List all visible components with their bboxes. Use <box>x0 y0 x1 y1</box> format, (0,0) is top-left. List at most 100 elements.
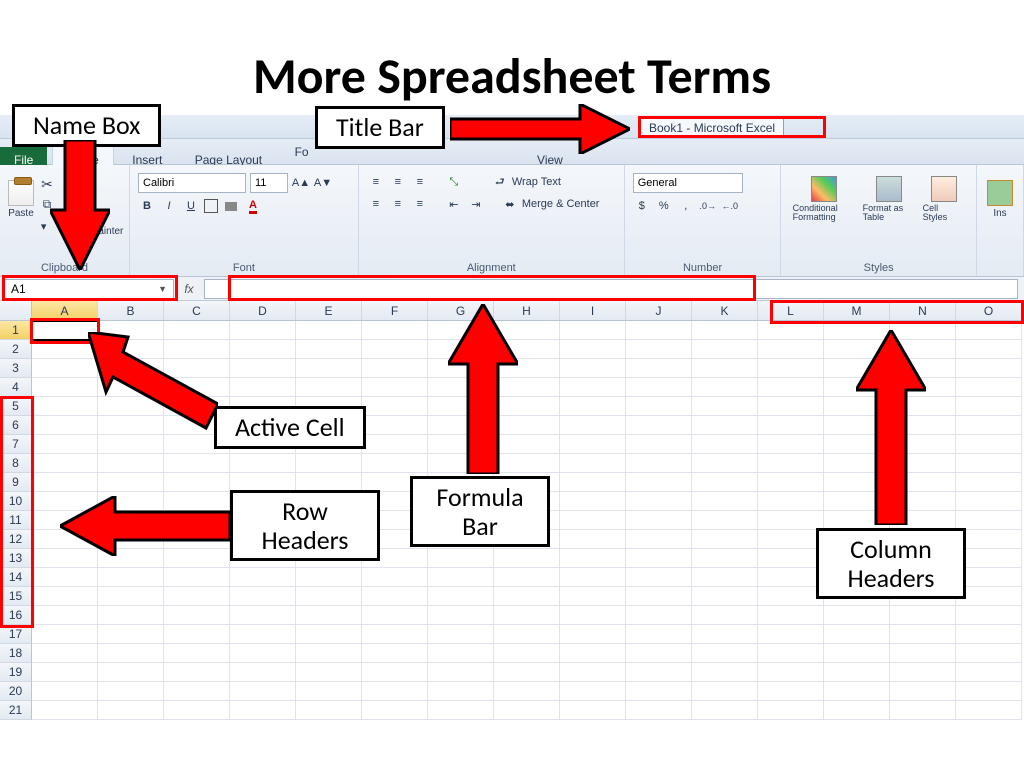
cell[interactable] <box>956 340 1022 359</box>
cell[interactable] <box>32 606 98 625</box>
cell[interactable] <box>428 701 494 720</box>
cell[interactable] <box>758 454 824 473</box>
cell[interactable] <box>230 606 296 625</box>
cell[interactable] <box>296 340 362 359</box>
cell[interactable] <box>824 644 890 663</box>
cell[interactable] <box>626 682 692 701</box>
cell[interactable] <box>560 378 626 397</box>
cell[interactable] <box>494 549 560 568</box>
indent-decrease-icon[interactable]: ⇤ <box>445 195 463 213</box>
col-header-I[interactable]: I <box>560 301 626 320</box>
font-name-select[interactable] <box>138 173 246 193</box>
cell[interactable] <box>626 473 692 492</box>
cell[interactable] <box>296 587 362 606</box>
cell[interactable] <box>494 587 560 606</box>
cell[interactable] <box>560 644 626 663</box>
cell[interactable] <box>296 701 362 720</box>
cell[interactable] <box>758 473 824 492</box>
cell[interactable] <box>626 549 692 568</box>
cell[interactable] <box>164 663 230 682</box>
cell[interactable] <box>758 416 824 435</box>
cell[interactable] <box>626 663 692 682</box>
cell[interactable] <box>560 511 626 530</box>
cell[interactable] <box>164 473 230 492</box>
cell[interactable] <box>692 454 758 473</box>
cell[interactable] <box>98 568 164 587</box>
cell[interactable] <box>626 435 692 454</box>
cell[interactable] <box>956 454 1022 473</box>
shrink-font-icon[interactable]: A▼ <box>314 174 332 192</box>
cell[interactable] <box>164 568 230 587</box>
cell[interactable] <box>626 625 692 644</box>
grow-font-icon[interactable]: A▲ <box>292 174 310 192</box>
cell[interactable] <box>956 473 1022 492</box>
cell[interactable] <box>692 530 758 549</box>
cell[interactable] <box>230 625 296 644</box>
cell[interactable] <box>296 682 362 701</box>
cell[interactable] <box>32 587 98 606</box>
cell[interactable] <box>362 416 428 435</box>
cell[interactable] <box>560 663 626 682</box>
cell[interactable] <box>758 378 824 397</box>
tab-formulas[interactable]: Formulas <box>281 139 309 164</box>
cell[interactable] <box>626 606 692 625</box>
cell[interactable] <box>560 473 626 492</box>
italic-button[interactable]: I <box>160 197 178 215</box>
cell[interactable] <box>758 644 824 663</box>
cell[interactable] <box>758 340 824 359</box>
cell[interactable] <box>230 701 296 720</box>
cell[interactable] <box>560 625 626 644</box>
cell[interactable] <box>956 416 1022 435</box>
cell[interactable] <box>230 587 296 606</box>
row-header[interactable]: 2 <box>0 340 32 359</box>
cell[interactable] <box>890 606 956 625</box>
cell[interactable] <box>428 606 494 625</box>
cell[interactable] <box>956 701 1022 720</box>
cell[interactable] <box>692 644 758 663</box>
number-format-select[interactable] <box>633 173 743 193</box>
cell[interactable] <box>494 568 560 587</box>
row-header[interactable]: 20 <box>0 682 32 701</box>
wrap-text-button[interactable]: ⮐Wrap Text <box>491 173 561 191</box>
cell[interactable] <box>692 378 758 397</box>
cell[interactable] <box>362 359 428 378</box>
cell[interactable] <box>626 378 692 397</box>
cell[interactable] <box>890 644 956 663</box>
cell[interactable] <box>626 492 692 511</box>
cell[interactable] <box>758 359 824 378</box>
col-header-F[interactable]: F <box>362 301 428 320</box>
cell[interactable] <box>692 473 758 492</box>
cell[interactable] <box>692 587 758 606</box>
font-color-icon[interactable]: A <box>244 197 262 215</box>
cell[interactable] <box>98 435 164 454</box>
orientation-icon[interactable]: ⤡ <box>445 173 463 191</box>
cell[interactable] <box>626 359 692 378</box>
cell[interactable] <box>626 701 692 720</box>
cell[interactable] <box>956 644 1022 663</box>
cell[interactable] <box>428 549 494 568</box>
cell[interactable] <box>956 606 1022 625</box>
format-as-table-button[interactable]: Format as Table <box>863 169 915 229</box>
cell[interactable] <box>362 587 428 606</box>
cell[interactable] <box>428 625 494 644</box>
cell[interactable] <box>428 587 494 606</box>
cell[interactable] <box>98 663 164 682</box>
cell[interactable] <box>362 644 428 663</box>
row-header[interactable]: 4 <box>0 378 32 397</box>
cell[interactable] <box>296 378 362 397</box>
cell[interactable] <box>32 454 98 473</box>
cell[interactable] <box>494 663 560 682</box>
cell[interactable] <box>692 416 758 435</box>
cell[interactable] <box>164 644 230 663</box>
cell[interactable] <box>230 663 296 682</box>
currency-icon[interactable]: $ <box>633 197 651 215</box>
cell[interactable] <box>230 359 296 378</box>
cell[interactable] <box>560 549 626 568</box>
cell[interactable] <box>758 606 824 625</box>
align-middle-icon[interactable]: ≡ <box>389 173 407 191</box>
cell[interactable] <box>824 701 890 720</box>
cell[interactable] <box>824 663 890 682</box>
cell[interactable] <box>692 359 758 378</box>
cell[interactable] <box>98 644 164 663</box>
cell[interactable] <box>362 663 428 682</box>
